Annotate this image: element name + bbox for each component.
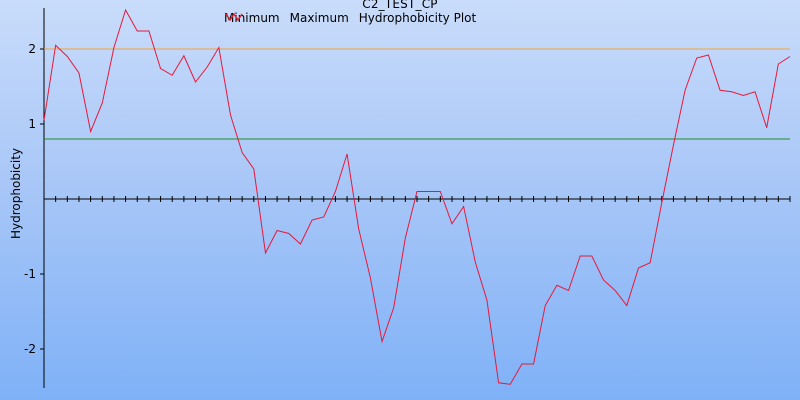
y-tick-label: -1 bbox=[24, 267, 36, 281]
y-tick-label: 2 bbox=[28, 42, 36, 56]
hydrophobicity-chart: -2 -1 1 2 C2_TEST_CP Minimum Maximum Hydrop… bbox=[0, 0, 800, 400]
chart-legend: Minimum Maximum Hydrophobicity Plot bbox=[224, 10, 486, 26]
legend-item-maximum: Maximum bbox=[225, 11, 349, 25]
y-axis-label: Hydrophobicity bbox=[9, 147, 23, 239]
y-tick-label: -2 bbox=[24, 342, 36, 356]
legend-item-hydrophobicity: Hydrophobicity Plot bbox=[225, 11, 477, 25]
legend-label-maximum: Maximum bbox=[289, 11, 349, 25]
legend-label-hydrophobicity: Hydrophobicity Plot bbox=[358, 11, 477, 25]
legend-swatch-hydrophobicity bbox=[225, 12, 243, 22]
y-tick-label: 1 bbox=[28, 117, 36, 131]
chart-canvas: -2 -1 1 2 bbox=[24, 8, 791, 388]
